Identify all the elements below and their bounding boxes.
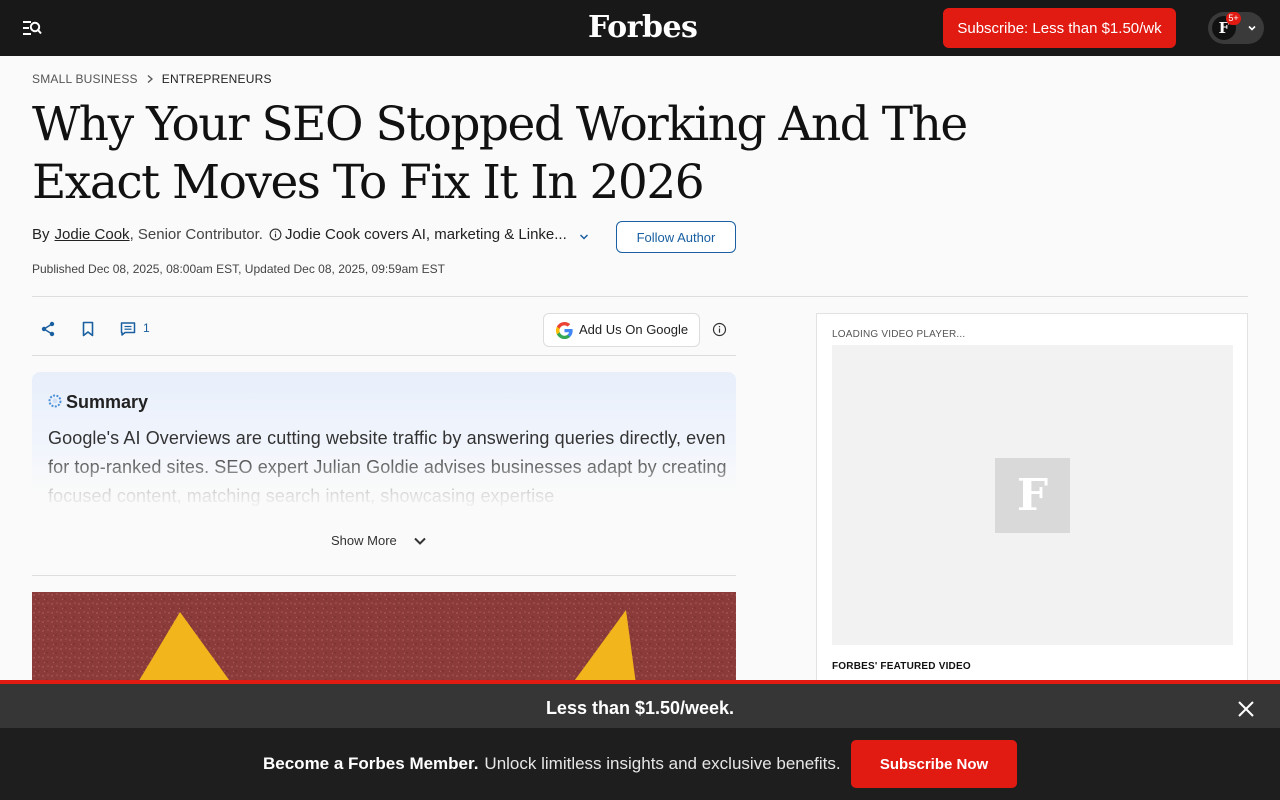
forbes-placeholder-icon: F <box>995 458 1070 533</box>
author-link[interactable]: Jodie Cook <box>55 226 130 243</box>
subscription-banner: Less than $1.50/week. Become a Forbes Me… <box>0 680 1280 800</box>
add-us-on-google-label: Add Us On Google <box>579 322 689 337</box>
byline: By Jodie Cook , Senior Contributor. Jodi… <box>32 226 567 243</box>
featured-video-label: FORBES' FEATURED VIDEO <box>832 661 971 672</box>
by-label: By <box>32 226 50 243</box>
info-icon <box>269 228 282 241</box>
author-role: , Senior Contributor. <box>129 226 263 243</box>
breadcrumb: SMALL BUSINESS ENTREPRENEURS <box>32 72 272 86</box>
sparkle-icon <box>48 394 62 408</box>
divider <box>32 355 736 356</box>
divider <box>32 296 1248 297</box>
subscribe-now-button[interactable]: Subscribe Now <box>851 740 1017 788</box>
breadcrumb-entrepreneurs[interactable]: ENTREPRENEURS <box>162 72 272 86</box>
featured-video-panel: LOADING VIDEO PLAYER... F FORBES' FEATUR… <box>816 313 1248 684</box>
banner-price-bar: Less than $1.50/week. <box>0 684 1280 728</box>
bookmark-icon[interactable] <box>81 321 95 337</box>
publish-date: Published Dec 08, 2025, 08:00am EST, Upd… <box>32 262 445 276</box>
video-loading-label: LOADING VIDEO PLAYER... <box>832 329 966 340</box>
summary-text: Google's AI Overviews are cutting websit… <box>48 428 727 506</box>
notification-badge: 5+ <box>1226 12 1241 25</box>
info-icon[interactable] <box>712 322 727 337</box>
banner-promo-detail: Unlock limitless insights and exclusive … <box>484 754 841 773</box>
page-title: Why Your SEO Stopped Working And The Exa… <box>32 97 968 210</box>
share-icon[interactable] <box>40 321 56 337</box>
account-menu[interactable]: F 5+ <box>1208 12 1264 44</box>
menu-search-icon[interactable] <box>22 18 42 38</box>
chevron-down-icon <box>1248 25 1256 31</box>
chevron-down-icon <box>414 537 426 545</box>
close-icon[interactable] <box>1237 700 1255 718</box>
follow-author-button[interactable]: Follow Author <box>616 221 736 253</box>
expand-bio-chevron-icon[interactable] <box>578 231 590 243</box>
banner-promo-bold: Become a Forbes Member. <box>263 754 479 773</box>
article-hero-image <box>32 592 736 684</box>
forbes-logo[interactable]: Forbes <box>588 10 698 45</box>
show-more-label: Show More <box>331 533 397 548</box>
divider <box>32 575 736 576</box>
show-more-button[interactable]: Show More <box>331 533 427 548</box>
chevron-right-icon <box>147 75 153 83</box>
video-player[interactable]: F <box>832 345 1233 645</box>
add-us-on-google-button[interactable]: Add Us On Google <box>543 313 700 347</box>
google-logo-icon <box>555 321 573 340</box>
banner-price-text: Less than $1.50/week. <box>545 698 735 718</box>
subscribe-button[interactable]: Subscribe: Less than $1.50/wk <box>943 8 1176 48</box>
comment-count[interactable]: 1 <box>143 321 150 335</box>
breadcrumb-small-business[interactable]: SMALL BUSINESS <box>32 72 138 86</box>
summary-card: Summary Google's AI Overviews are cuttin… <box>32 372 736 512</box>
comment-icon[interactable] <box>120 321 136 337</box>
author-bio: Jodie Cook covers AI, marketing & Linke.… <box>284 226 567 243</box>
banner-promo-text: Become a Forbes Member. Unlock limitless … <box>263 754 841 774</box>
summary-title: Summary <box>66 392 149 412</box>
top-nav-bar: Forbes Subscribe: Less than $1.50/wk F 5… <box>0 0 1280 56</box>
banner-promo-bar: Become a Forbes Member. Unlock limitless … <box>0 728 1280 800</box>
